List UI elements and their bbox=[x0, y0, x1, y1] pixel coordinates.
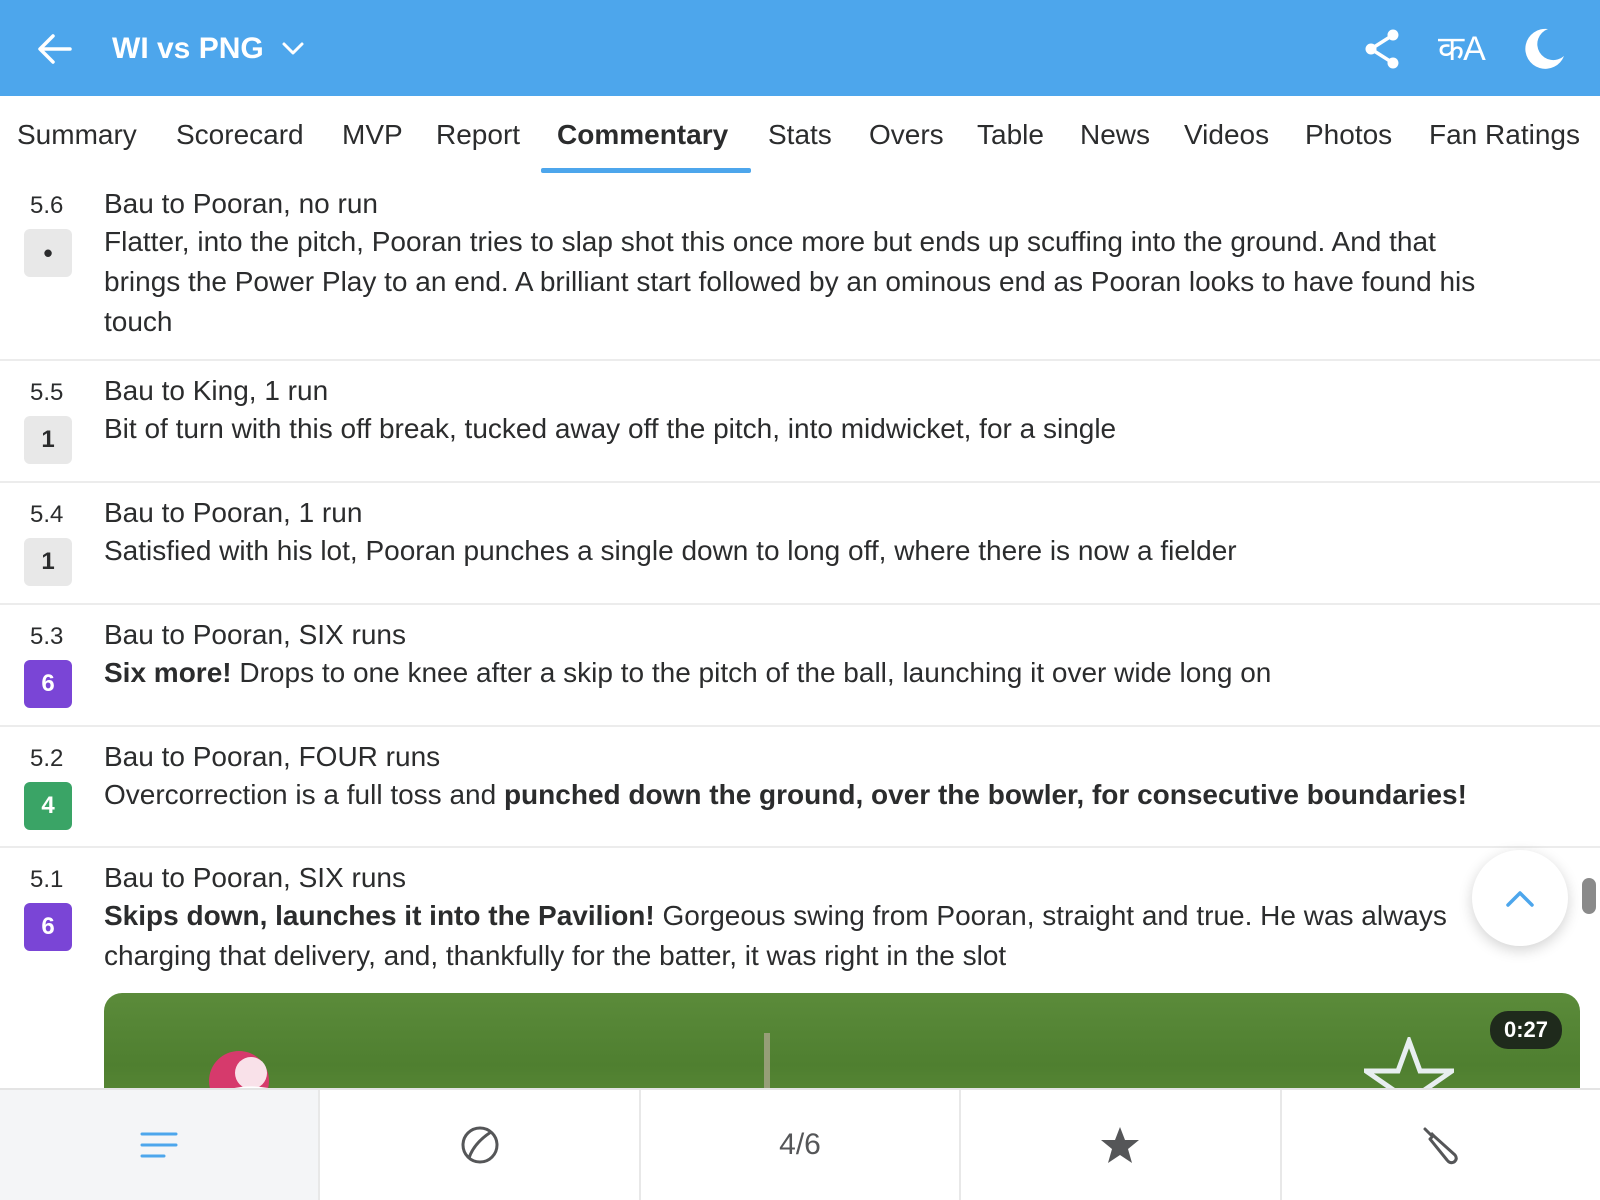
ball-headline: Bau to Pooran, 1 run bbox=[104, 497, 363, 528]
ball-description-line: touch bbox=[104, 306, 173, 337]
commentary-item: 5.3 6 Bau to Pooran, SIX runs Six more! … bbox=[0, 605, 1600, 727]
tab-news[interactable]: News bbox=[1080, 96, 1150, 174]
commentary-item: 5.5 1 Bau to King, 1 run Bit of turn wit… bbox=[0, 361, 1600, 483]
star-icon bbox=[1101, 1127, 1140, 1163]
nav-commentary[interactable] bbox=[0, 1090, 321, 1200]
page-indicator: 4/6 bbox=[779, 1128, 821, 1161]
commentary-item: 5.4 1 Bau to Pooran, 1 run Satisfied wit… bbox=[0, 483, 1600, 605]
run-badge: • bbox=[24, 229, 72, 277]
tab-videos[interactable]: Videos bbox=[1184, 96, 1269, 174]
ball-description: Satisfied with his lot, Pooran punches a… bbox=[104, 535, 1237, 566]
over-number: 5.5 bbox=[30, 379, 64, 406]
chevron-down-icon bbox=[282, 42, 304, 55]
over-number: 5.1 bbox=[30, 866, 64, 893]
ball-description-highlight: Skips down, launches it into the Pavilio… bbox=[104, 900, 655, 931]
ball-description: Overcorrection is a full toss and punche… bbox=[104, 775, 1584, 815]
video-thumbnail[interactable]: 0:27 bbox=[104, 993, 1580, 1088]
ball-description: Skips down, launches it into the Pavilio… bbox=[104, 896, 1484, 976]
ball-description: Six more! Drops to one knee after a skip… bbox=[104, 653, 1584, 693]
ball-description-text: Gorgeous swing from Pooran, straight and… bbox=[654, 900, 1447, 931]
ball-description: Flatter, into the pitch, Pooran tries to… bbox=[104, 222, 1584, 342]
tab-stats[interactable]: Stats bbox=[768, 96, 832, 174]
tab-scorecard[interactable]: Scorecard bbox=[176, 96, 304, 174]
app-header: WI vs PNG कA bbox=[0, 0, 1600, 96]
tournament-logo-icon bbox=[209, 1051, 269, 1088]
over-number: 5.6 bbox=[30, 192, 64, 219]
active-tab-indicator bbox=[541, 168, 751, 173]
run-badge: 6 bbox=[24, 903, 72, 951]
ball-headline: Bau to King, 1 run bbox=[104, 375, 329, 406]
ball-description-highlight: Six more! bbox=[104, 657, 232, 688]
ball-description-text: Drops to one knee after a skip to the pi… bbox=[231, 657, 1272, 688]
nav-page-indicator[interactable]: 4/6 bbox=[641, 1090, 962, 1200]
ball-description-highlight: punched down the ground, over the bowler… bbox=[503, 779, 1467, 810]
nav-batting[interactable] bbox=[1282, 1090, 1600, 1200]
tab-commentary[interactable]: Commentary bbox=[557, 96, 728, 174]
ball-headline: Bau to Pooran, SIX runs bbox=[104, 862, 406, 893]
tab-fan-ratings[interactable]: Fan Ratings bbox=[1429, 96, 1580, 174]
list-lines-icon bbox=[140, 1132, 178, 1158]
cricket-ball-icon bbox=[461, 1126, 499, 1164]
video-duration: 0:27 bbox=[1489, 1011, 1562, 1049]
tab-report[interactable]: Report bbox=[436, 96, 520, 174]
language-toggle[interactable]: कA bbox=[1438, 28, 1486, 70]
back-arrow-icon[interactable] bbox=[34, 28, 76, 70]
nav-ball-by-ball[interactable] bbox=[320, 1090, 641, 1200]
run-badge: 1 bbox=[24, 416, 72, 464]
star-watermark-icon bbox=[1364, 1037, 1454, 1088]
over-number: 5.3 bbox=[30, 623, 64, 650]
commentary-item: 5.2 4 Bau to Pooran, FOUR runs Overcorre… bbox=[0, 727, 1600, 848]
tab-mvp[interactable]: MVP bbox=[342, 96, 403, 174]
ball-headline: Bau to Pooran, no run bbox=[104, 188, 378, 219]
share-icon[interactable] bbox=[1362, 28, 1402, 70]
ball-headline: Bau to Pooran, FOUR runs bbox=[104, 741, 441, 772]
nav-favourites[interactable] bbox=[961, 1090, 1282, 1200]
run-badge: 4 bbox=[24, 782, 72, 830]
match-selector[interactable]: WI vs PNG bbox=[112, 28, 306, 70]
stumps bbox=[764, 1033, 770, 1088]
dark-mode-moon-icon[interactable] bbox=[1522, 26, 1566, 70]
commentary-item: 5.6 • Bau to Pooran, no run Flatter, int… bbox=[0, 174, 1600, 361]
tab-table[interactable]: Table bbox=[977, 96, 1044, 174]
ball-description-text: Overcorrection is a full toss and bbox=[104, 779, 504, 810]
match-title: WI vs PNG bbox=[112, 32, 264, 65]
over-number: 5.4 bbox=[30, 501, 64, 528]
ball-description-line: Flatter, into the pitch, Pooran tries to… bbox=[104, 226, 1436, 257]
bottom-navigation: 4/6 bbox=[0, 1088, 1600, 1200]
ball-description-line: brings the Power Play to an end. A brill… bbox=[104, 266, 1476, 297]
run-badge: 1 bbox=[24, 538, 72, 586]
scrollbar-thumb[interactable] bbox=[1582, 878, 1596, 914]
ball-description-line: Skips down, launches it into the Pavilio… bbox=[104, 896, 1484, 936]
cricket-bat-icon bbox=[1423, 1127, 1458, 1165]
ball-headline: Bau to Pooran, SIX runs bbox=[104, 619, 406, 650]
commentary-feed[interactable]: 5.6 • Bau to Pooran, no run Flatter, int… bbox=[0, 174, 1600, 1088]
tab-summary[interactable]: Summary bbox=[17, 96, 137, 174]
scroll-to-top-button[interactable] bbox=[1472, 850, 1568, 946]
ball-description-line: charging that delivery, and, thankfully … bbox=[104, 940, 1007, 971]
match-tabs: Summary Scorecard MVP Report Commentary … bbox=[0, 96, 1600, 174]
over-number: 5.2 bbox=[30, 745, 64, 772]
tab-overs[interactable]: Overs bbox=[869, 96, 944, 174]
ball-description: Bit of turn with this off break, tucked … bbox=[104, 413, 1117, 444]
tab-photos[interactable]: Photos bbox=[1305, 96, 1392, 174]
chevron-up-icon bbox=[1506, 891, 1534, 907]
run-badge: 6 bbox=[24, 660, 72, 708]
